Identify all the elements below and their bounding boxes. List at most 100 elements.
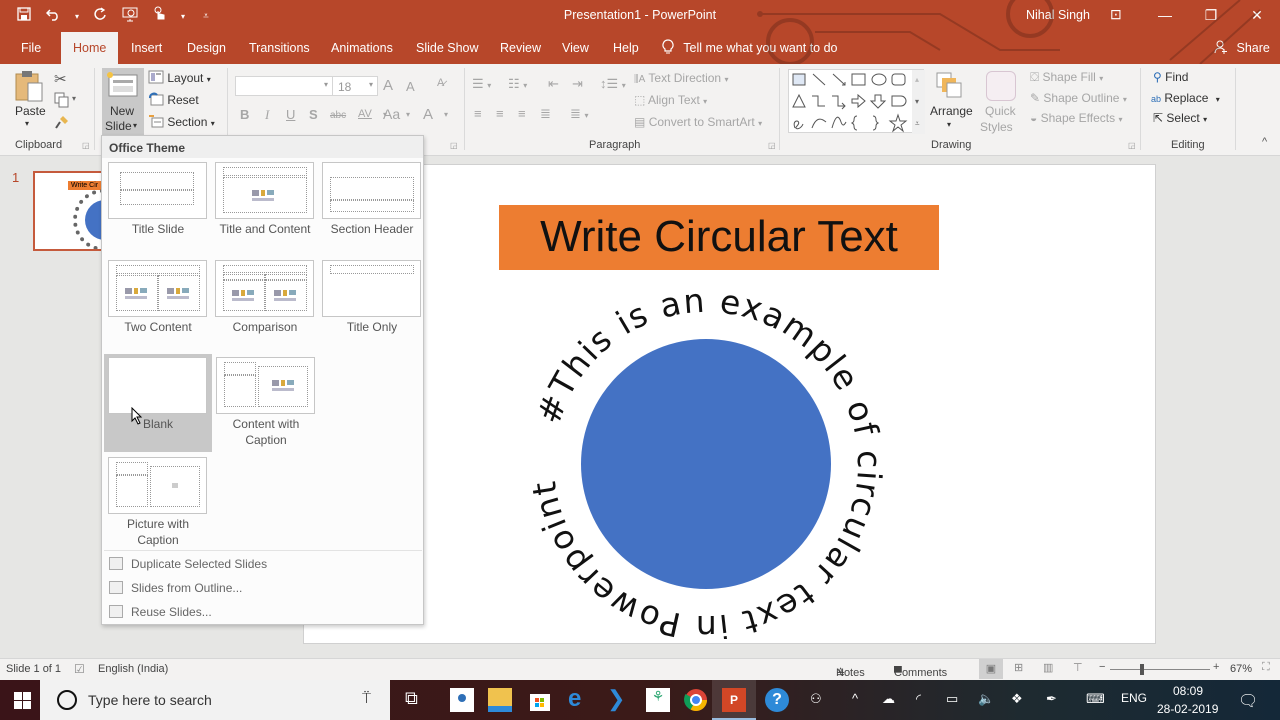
font-color-button[interactable]: A (423, 106, 433, 123)
task-view-icon[interactable]: ⧉ (405, 688, 429, 712)
character-spacing-button[interactable]: AV (358, 108, 372, 120)
arrange-button[interactable]: Arrange (930, 104, 973, 118)
collapse-ribbon-icon[interactable]: ^ (1262, 136, 1267, 148)
layout-section-header[interactable]: Section Header (320, 159, 424, 239)
clock-time[interactable]: 08:09 (1173, 684, 1203, 698)
reuse-slides-item[interactable]: Reuse Slides... (102, 600, 423, 624)
replace-button[interactable]: ab Replace ▾ (1151, 91, 1220, 105)
slide-sorter-button[interactable]: ⊞ (1014, 661, 1023, 674)
tab-view[interactable]: View (552, 32, 599, 64)
paragraph-launcher-icon[interactable]: ◲ (768, 141, 776, 150)
decrease-font-size-button[interactable]: A (406, 79, 415, 94)
spell-check-icon[interactable]: ☑ (74, 662, 85, 676)
reset-button[interactable]: Reset (148, 92, 199, 107)
paste-dropdown-icon[interactable]: ▾ (25, 119, 29, 128)
taskbar-app-icon-2[interactable]: ⚘ (646, 688, 670, 712)
language-indicator[interactable]: English (India) (98, 663, 168, 675)
justify-button[interactable]: ≣ (540, 106, 551, 122)
tab-design[interactable]: Design (177, 32, 236, 64)
customize-qat-icon[interactable]: ⩡ (196, 11, 216, 22)
reading-view-button[interactable]: ▥ (1043, 661, 1053, 674)
edge-icon[interactable]: e (568, 687, 592, 712)
taskbar-app-icon[interactable] (450, 688, 474, 712)
save-icon[interactable] (14, 7, 34, 25)
font-color-dropdown-icon[interactable]: ▾ (444, 110, 448, 119)
circular-text-graphic[interactable]: #This is an example of circular text in … (526, 289, 886, 639)
section-button[interactable]: Section ▾ (148, 114, 215, 129)
tab-review[interactable]: Review (490, 32, 551, 64)
clock-date[interactable]: 28-02-2019 (1157, 702, 1218, 716)
show-hidden-icons-chevron[interactable]: ^ (852, 691, 858, 706)
zoom-slider-track[interactable] (1110, 669, 1210, 670)
layout-title-and-content[interactable]: Title and Content (213, 159, 317, 239)
tab-home[interactable]: Home (61, 32, 119, 64)
slide-count[interactable]: Slide 1 of 1 (6, 663, 61, 675)
undo-dropdown-icon[interactable]: ▾ (74, 12, 80, 21)
shapes-gallery[interactable]: ▴ ▾ ⩡ (788, 69, 925, 134)
tab-insert[interactable]: Insert (121, 32, 172, 64)
columns-button[interactable]: ≣ ▾ (570, 106, 589, 122)
decrease-indent-button[interactable]: ⇤ (548, 76, 559, 92)
shape-outline-button[interactable]: ✎ Shape Outline ▾ (1030, 91, 1127, 105)
numbering-button[interactable]: ☷ ▾ (508, 76, 527, 92)
blue-circle[interactable] (581, 339, 831, 589)
drawing-launcher-icon[interactable]: ◲ (1128, 141, 1136, 150)
italic-button[interactable]: I (265, 107, 269, 123)
zoom-out-button[interactable]: − (1099, 661, 1105, 673)
dropbox-icon[interactable]: ❖ (1011, 691, 1023, 707)
touch-dropdown-icon[interactable]: ▾ (180, 12, 186, 21)
layout-button[interactable]: Layout ▾ (148, 70, 211, 85)
onedrive-icon[interactable]: ☁ (882, 691, 895, 707)
tell-me-search[interactable]: Tell me what you want to do (662, 32, 838, 64)
volume-icon[interactable]: 🔈 (978, 691, 994, 707)
minimize-button[interactable]: — (1142, 0, 1188, 32)
align-text-button[interactable]: ⬚ Align Text ▾ (634, 93, 707, 107)
tab-file[interactable]: File (11, 32, 51, 64)
tab-help[interactable]: Help (603, 32, 649, 64)
shape-effects-button[interactable]: ◒ Shape Effects ▾ (1030, 111, 1122, 125)
close-button[interactable]: ✕ (1234, 0, 1280, 32)
new-slide-button[interactable]: New Slide ▾ (102, 68, 144, 136)
strikethrough-button[interactable]: abc (330, 110, 346, 121)
file-explorer-icon[interactable] (488, 688, 512, 712)
layout-content-with-caption[interactable]: Content with Caption (214, 354, 318, 450)
start-from-beginning-icon[interactable] (120, 7, 140, 26)
microsoft-store-icon[interactable] (528, 688, 552, 712)
touch-mode-icon[interactable] (150, 6, 170, 26)
format-painter-icon[interactable] (54, 114, 70, 133)
layout-title-slide[interactable]: Title Slide (106, 159, 210, 239)
layout-blank[interactable]: Blank (104, 354, 212, 452)
copy-dropdown-icon[interactable]: ▾ (72, 94, 76, 103)
visual-studio-icon[interactable]: ❯ (607, 688, 631, 712)
arrange-dropdown-icon[interactable]: ▾ (947, 120, 951, 129)
font-size-dropdown-icon[interactable]: ▾ (369, 80, 373, 89)
redo-icon[interactable] (90, 7, 110, 25)
tab-slide-show[interactable]: Slide Show (406, 32, 489, 64)
align-right-button[interactable]: ≡ (518, 106, 526, 121)
duplicate-selected-slides-item[interactable]: Duplicate Selected Slides (102, 552, 423, 576)
text-direction-button[interactable]: ⫼A Text Direction ▾ (634, 71, 728, 85)
slide-show-button[interactable]: ⊤ (1073, 661, 1083, 674)
battery-icon[interactable]: ▭ (946, 691, 958, 707)
center-button[interactable]: ≡ (496, 106, 504, 121)
user-name[interactable]: Nihal Singh (1026, 8, 1090, 22)
font-size-combobox[interactable]: 18 ▾ (332, 76, 378, 96)
shape-fill-button[interactable]: ⛋ Shape Fill ▾ (1030, 70, 1103, 85)
undo-icon[interactable] (44, 7, 64, 25)
wifi-icon[interactable]: ◜ (916, 691, 921, 707)
zoom-in-button[interactable]: + (1213, 661, 1219, 673)
zoom-slider-thumb[interactable] (1139, 664, 1144, 675)
underline-button[interactable]: U (286, 107, 295, 122)
share-button[interactable]: Share (1214, 32, 1270, 64)
people-icon[interactable]: ⚇ (810, 691, 822, 707)
layout-picture-with-caption[interactable]: Picture with Caption (106, 454, 210, 550)
help-app-icon[interactable]: ? (765, 688, 789, 712)
powerpoint-taskbar-button[interactable]: P (712, 680, 756, 720)
action-center-icon[interactable]: 🗨 (1238, 691, 1258, 711)
slide-canvas[interactable]: Write Circular Text #This is an example … (303, 164, 1156, 644)
slides-from-outline-item[interactable]: Slides from Outline... (102, 576, 423, 600)
chrome-icon[interactable] (684, 688, 708, 712)
select-button[interactable]: ⇱ Select ▾ (1153, 111, 1207, 125)
quick-styles-label-1[interactable]: Quick (985, 104, 1016, 118)
font-name-dropdown-icon[interactable]: ▾ (324, 80, 328, 89)
